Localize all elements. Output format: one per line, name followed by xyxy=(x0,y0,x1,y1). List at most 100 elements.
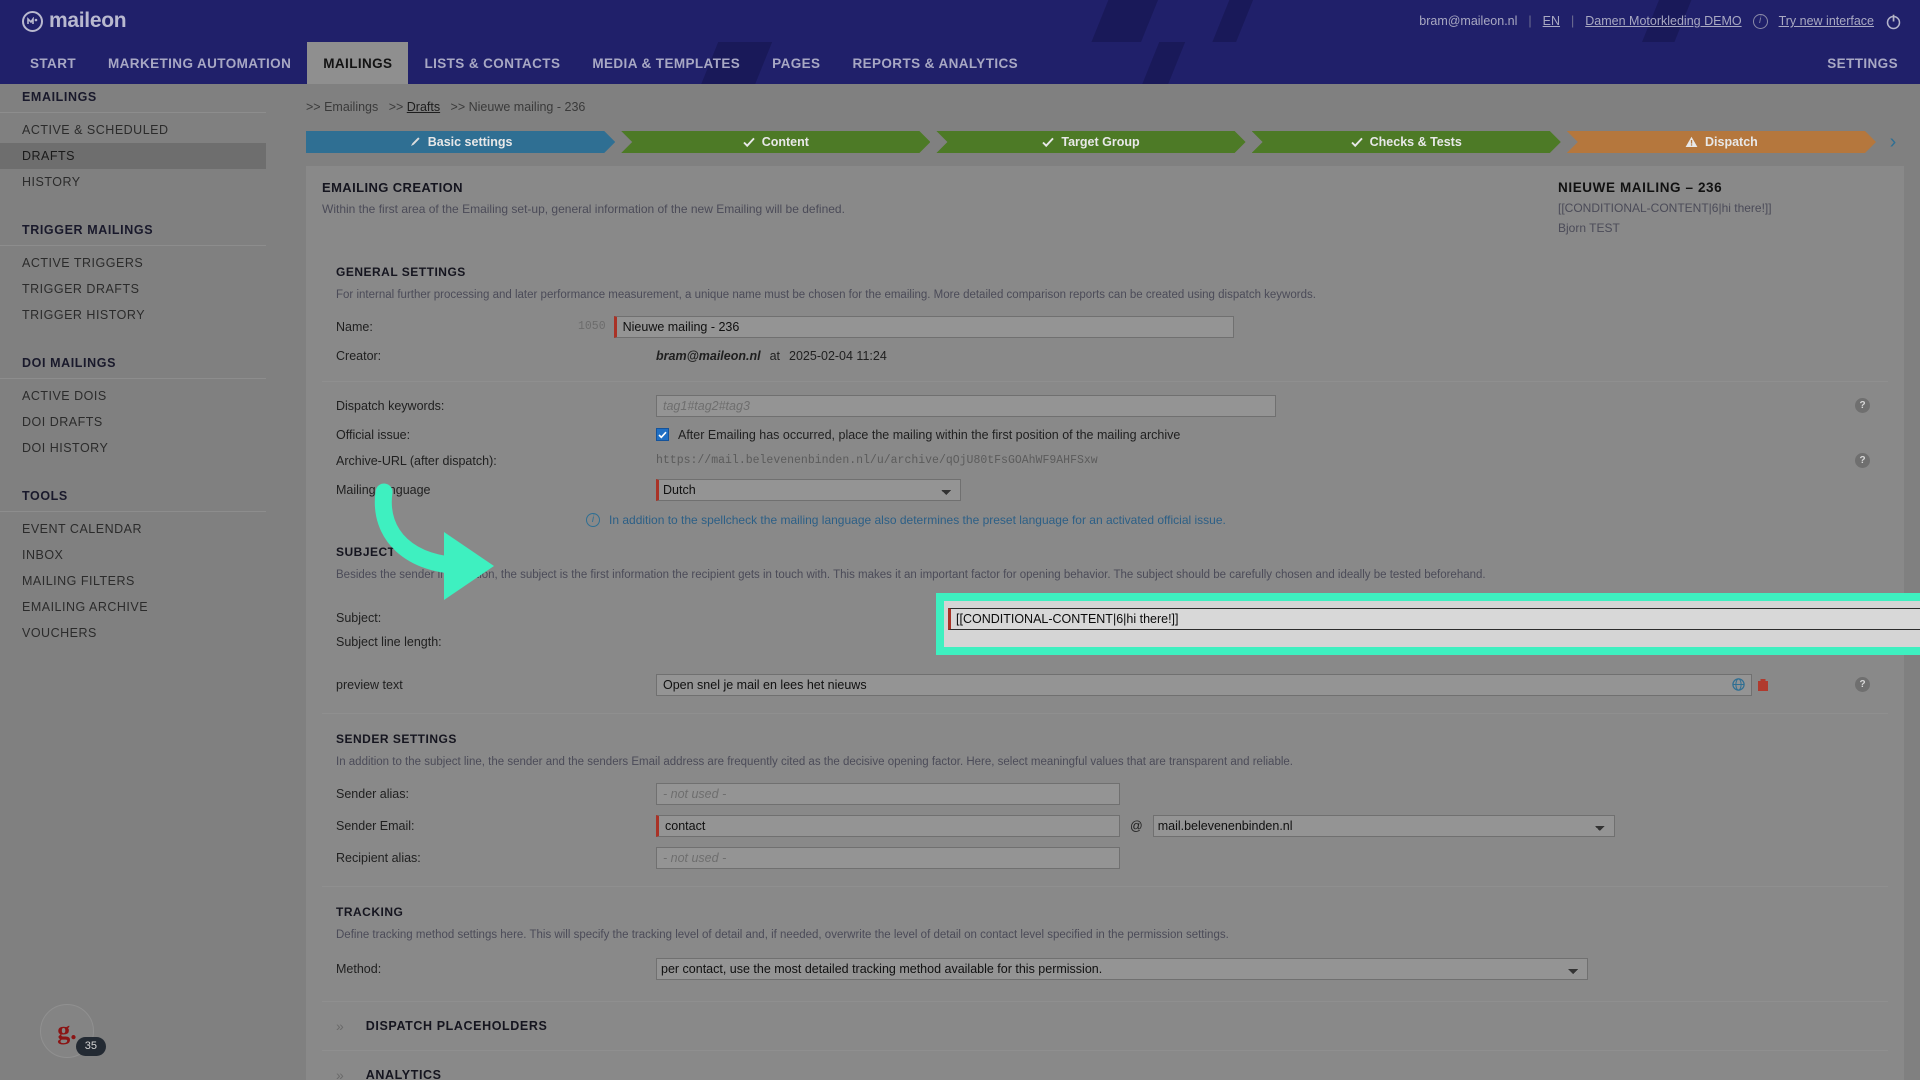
preview-text-row: preview text ? xyxy=(322,669,1888,701)
subject-highlight-box xyxy=(936,592,1920,655)
account-link[interactable]: Damen Motorkleding DEMO xyxy=(1585,14,1741,28)
preview-text-input[interactable] xyxy=(656,673,1752,696)
sender-domain-select[interactable]: mail.belevenenbinden.nl xyxy=(1152,814,1615,837)
sender-settings-desc: In addition to the subject line, the sen… xyxy=(336,755,1293,768)
top-bar-right: bram@maileon.nl | EN | Damen Motorkledin… xyxy=(1419,0,1902,42)
dispatch-keywords-input[interactable] xyxy=(656,394,1276,417)
official-issue-checkbox-text: After Emailing has occurred, place the m… xyxy=(678,427,1181,442)
nav-item-mailings[interactable]: MAILINGS xyxy=(307,42,409,84)
recipient-alias-input[interactable] xyxy=(656,846,1120,869)
panel-header-left: EMAILING CREATION Within the first area … xyxy=(322,180,1558,235)
sidebar-item-vouchers[interactable]: VOUCHERS xyxy=(0,620,266,646)
nav-item-start[interactable]: START xyxy=(14,42,92,84)
maileon-logo[interactable]: maileon xyxy=(22,9,127,33)
sidebar-group-header: TRIGGER MAILINGS xyxy=(0,217,266,246)
sidebar-item-inbox[interactable]: INBOX xyxy=(0,542,266,568)
accordion-dispatch-placeholders[interactable]: » DISPATCH PLACEHOLDERS xyxy=(322,1000,1888,1050)
sidebar-item-mailing-filters[interactable]: MAILING FILTERS xyxy=(0,568,266,594)
archive-url-label: Archive-URL (after dispatch): xyxy=(336,453,497,468)
panel-header-right: NIEUWE MAILING – 236 [[CONDITIONAL-CONTE… xyxy=(1558,180,1888,235)
name-row: Name: 1050 xyxy=(322,311,1888,343)
name-input[interactable] xyxy=(613,315,1234,338)
recipient-alias-row: Recipient alias: xyxy=(322,842,1888,874)
breadcrumb-current: >> Nieuwe mailing - 236 xyxy=(450,100,586,114)
separator: | xyxy=(1571,14,1575,28)
help-icon[interactable]: ? xyxy=(1855,453,1870,469)
sidebar-item-emailing-archive[interactable]: EMAILING ARCHIVE xyxy=(0,594,266,620)
nav-item-label: LISTS & CONTACTS xyxy=(424,55,561,71)
breadcrumb-drafts[interactable]: Drafts xyxy=(407,100,440,114)
subject-input[interactable] xyxy=(948,607,1920,630)
check-icon xyxy=(1042,137,1054,148)
sender-alias-row: Sender alias: xyxy=(322,778,1888,810)
preview-text-delete-icon[interactable] xyxy=(1755,677,1771,693)
mailing-language-label: Mailing language xyxy=(336,482,431,497)
sidebar-item-active-scheduled[interactable]: ACTIVE & SCHEDULED xyxy=(0,117,266,143)
official-issue-checkbox[interactable] xyxy=(656,428,669,442)
sidebar-item-doi-drafts[interactable]: DOI DRAFTS xyxy=(0,409,266,435)
at-symbol: @ xyxy=(1130,818,1143,833)
nav-item-reports-analytics[interactable]: REPORTS & ANALYTICS xyxy=(836,42,1034,84)
sender-email-row: Sender Email: @ mail.belevenenbinden.nl xyxy=(322,810,1888,842)
accordion-analytics[interactable]: » ANALYTICS xyxy=(322,1049,1888,1080)
sender-email-input[interactable] xyxy=(656,814,1120,837)
chevron-right-icon: » xyxy=(336,1017,344,1034)
sidebar-item-history[interactable]: HISTORY xyxy=(0,169,266,195)
sidebar-item-active-triggers[interactable]: ACTIVE TRIGGERS xyxy=(0,250,266,276)
mailing-language-row: Mailing language Dutch xyxy=(322,474,1888,506)
power-logout-icon[interactable] xyxy=(1885,13,1902,30)
wizard-step-dispatch[interactable]: Dispatch xyxy=(1567,131,1876,153)
subject-section-desc: Besides the sender information, the subj… xyxy=(336,568,1486,581)
sidebar-group-header: EMAILINGS xyxy=(0,84,266,113)
general-settings-desc: For internal further processing and late… xyxy=(336,289,1316,301)
breadcrumb-emailings[interactable]: >> Emailings xyxy=(306,100,378,114)
try-new-interface-link[interactable]: Try new interface xyxy=(1779,14,1874,28)
page-title: EMAILING CREATION xyxy=(322,180,463,195)
check-icon xyxy=(1351,137,1363,148)
mailing-sender-preview: Bjorn TEST xyxy=(1558,221,1620,235)
help-icon[interactable]: ? xyxy=(1855,398,1870,414)
sidebar-item-trigger-drafts[interactable]: TRIGGER DRAFTS xyxy=(0,276,266,302)
subject-line-length-row: Subject line length: xyxy=(322,629,656,655)
wizard-step-content[interactable]: Content xyxy=(621,131,930,153)
sidebar-item-trigger-history[interactable]: TRIGGER HISTORY xyxy=(0,302,266,328)
preview-text-globe-icon[interactable] xyxy=(1730,677,1746,693)
chat-widget[interactable]: g. 35 xyxy=(40,1004,106,1058)
creator-at: at xyxy=(769,348,781,363)
tracking-method-select[interactable]: per contact, use the most detailed track… xyxy=(656,957,1588,980)
sidebar-item-active-dois[interactable]: ACTIVE DOIS xyxy=(0,383,266,409)
accordion-label: ANALYTICS xyxy=(365,1067,442,1080)
sidebar-item-doi-history[interactable]: DOI HISTORY xyxy=(0,435,266,461)
creator-label: Creator: xyxy=(336,348,382,363)
info-icon[interactable]: i xyxy=(1752,13,1768,29)
emailing-creation-panel: EMAILING CREATION Within the first area … xyxy=(306,166,1920,1080)
steps-next-arrow-icon[interactable]: › xyxy=(1882,131,1904,154)
nav-item-label: MAILINGS xyxy=(323,55,393,71)
subject-block: Subject: ? Subject line length: xyxy=(322,589,1920,663)
accordion-label: DISPATCH PLACEHOLDERS xyxy=(365,1018,548,1033)
tracking-method-label: Method: xyxy=(336,961,382,976)
nav-item-pages[interactable]: PAGES xyxy=(756,42,836,84)
sender-alias-input[interactable] xyxy=(656,782,1120,805)
nav-item-media-templates[interactable]: MEDIA & TEMPLATES xyxy=(576,42,756,84)
sidebar-item-event-calendar[interactable]: EVENT CALENDAR xyxy=(0,516,266,542)
sidebar-item-drafts[interactable]: DRAFTS xyxy=(0,143,266,169)
mailing-language-select[interactable]: Dutch xyxy=(656,478,961,501)
nav-item-label: MARKETING AUTOMATION xyxy=(108,55,292,71)
help-icon[interactable]: ? xyxy=(1855,677,1870,693)
nav-settings[interactable]: SETTINGS xyxy=(1827,42,1898,84)
wizard-step-label: Basic settings xyxy=(427,135,513,149)
language-link[interactable]: EN xyxy=(1543,14,1560,28)
official-issue-label: Official issue: xyxy=(336,427,411,442)
nav-item-lists-contacts[interactable]: LISTS & CONTACTS xyxy=(408,42,576,84)
check-icon xyxy=(743,137,755,148)
nav-item-marketing-automation[interactable]: MARKETING AUTOMATION xyxy=(92,42,307,84)
wizard-step-target-group[interactable]: Target Group xyxy=(936,131,1245,153)
sidebar-group-header: TOOLS xyxy=(0,483,266,512)
sidebar-group: TOOLS EVENT CALENDAR INBOX MAILING FILTERS E… xyxy=(0,483,288,646)
panel-body: GENERAL SETTINGS For internal further pr… xyxy=(306,247,1920,1080)
sidebar-group: EMAILINGS ACTIVE & SCHEDULED DRAFTS HISTORY xyxy=(0,84,288,195)
wizard-step-basic-settings[interactable]: Basic settings xyxy=(306,131,615,153)
subject-highlight-inner xyxy=(944,600,1920,647)
wizard-step-checks-tests[interactable]: Checks & Tests xyxy=(1252,131,1561,153)
